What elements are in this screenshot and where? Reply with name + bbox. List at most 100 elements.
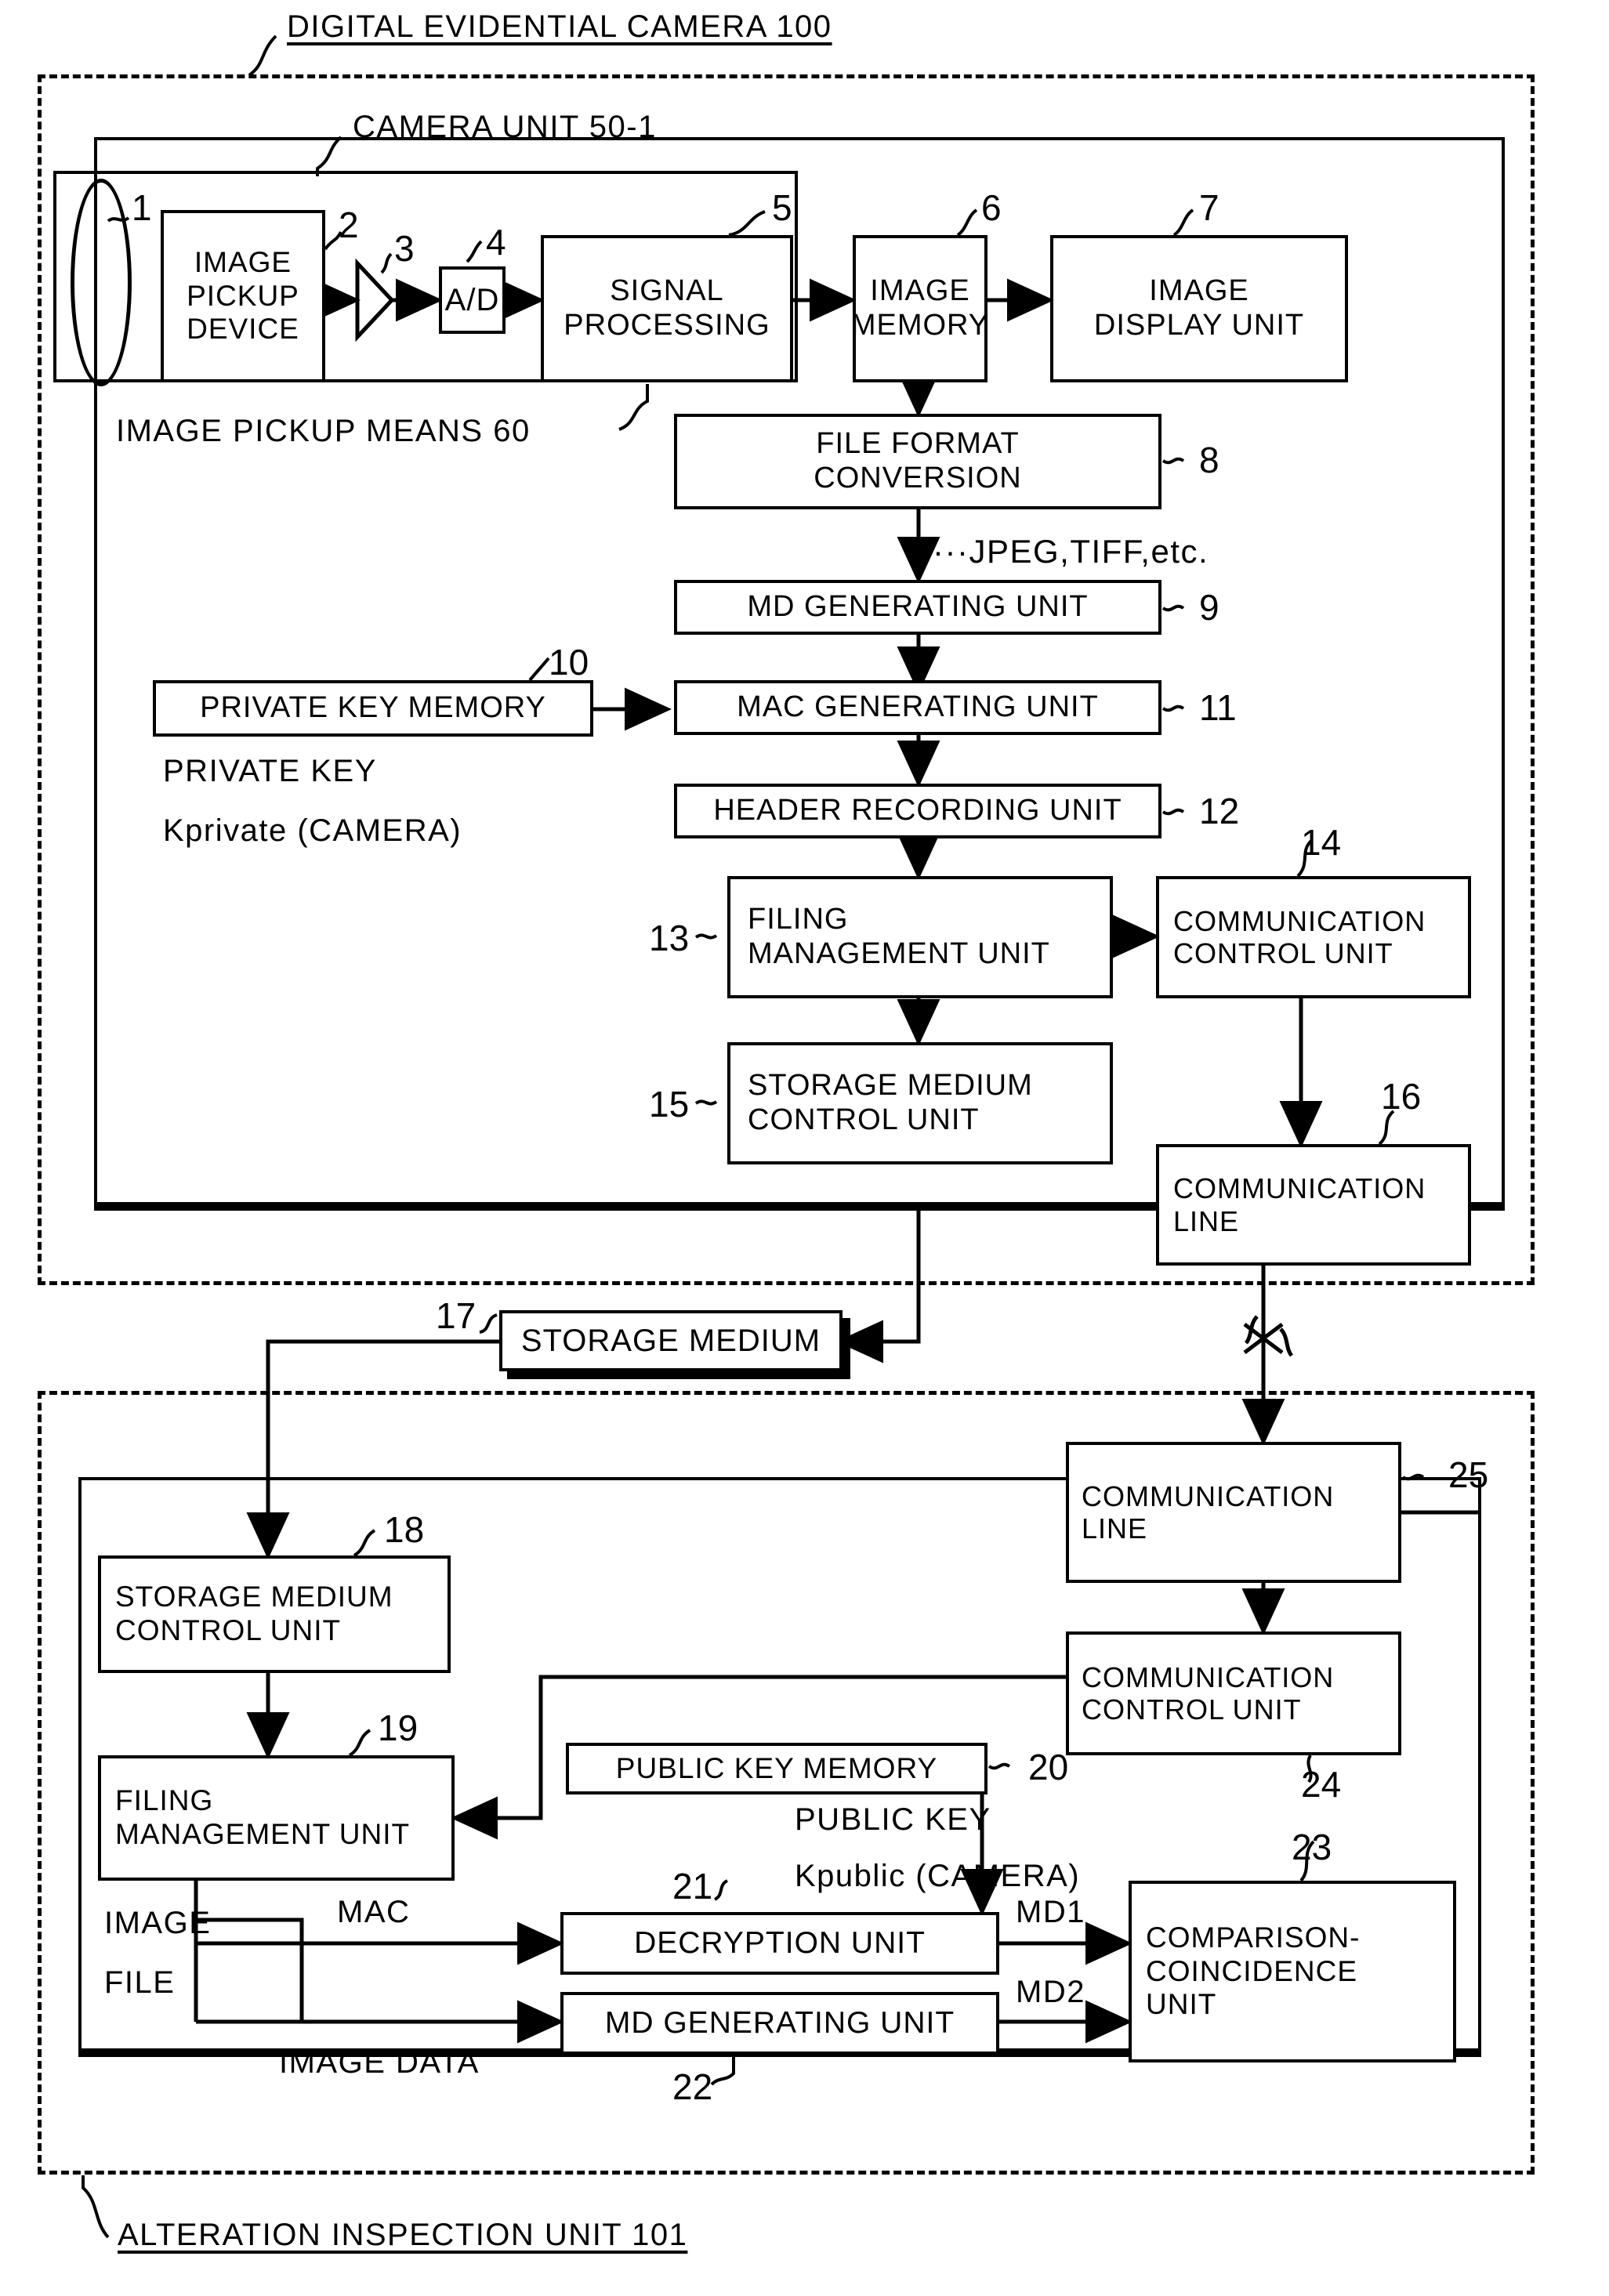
- image-display-unit-box[interactable]: IMAGE DISPLAY UNIT: [1050, 235, 1348, 382]
- md2-note: MD2: [1016, 1975, 1085, 2009]
- image-file-note-1: IMAGE: [104, 1906, 212, 1940]
- signal-processing-line1: SIGNAL: [610, 274, 724, 308]
- storage-medium-box[interactable]: STORAGE MEDIUM: [499, 1310, 843, 1371]
- md-generating-unit-box-inspection[interactable]: MD GENERATING UNIT: [560, 1992, 999, 2055]
- comparison-coincidence-unit-box[interactable]: COMPARISON- COINCIDENCE UNIT: [1129, 1881, 1456, 2062]
- image-pickup-device-line3: DEVICE: [187, 313, 299, 346]
- ref-number-19: 19: [378, 1708, 419, 1748]
- ref-number-9: 9: [1199, 587, 1219, 628]
- storage-medium-control-unit-box-camera[interactable]: STORAGE MEDIUM CONTROL UNIT: [727, 1042, 1113, 1164]
- lens-icon: [71, 179, 132, 386]
- communication-line-box-inspection[interactable]: COMMUNICATION LINE: [1066, 1442, 1401, 1583]
- comm-line-line1: COMMUNICATION: [1173, 1172, 1426, 1205]
- ref-number-23: 23: [1292, 1827, 1332, 1867]
- mac-generating-unit-box[interactable]: MAC GENERATING UNIT: [674, 680, 1161, 735]
- ad-converter-label: A/D: [444, 283, 500, 317]
- image-display-unit-line2: DISPLAY UNIT: [1093, 309, 1305, 342]
- ref-number-2: 2: [339, 205, 359, 245]
- image-memory-box[interactable]: IMAGE MEMORY: [850, 235, 990, 382]
- signal-processing-line2: PROCESSING: [564, 309, 770, 342]
- image-pickup-means-label: IMAGE PICKUP MEANS 60: [116, 414, 531, 448]
- public-key-note-2: Kpublic (CAMERA): [795, 1859, 1081, 1893]
- comparison-line1: COMPARISON-: [1146, 1921, 1361, 1954]
- ref-number-25: 25: [1448, 1454, 1489, 1495]
- ref-number-8: 8: [1199, 440, 1219, 480]
- public-key-note-1: PUBLIC KEY: [795, 1802, 991, 1837]
- filing-management-unit-box-camera[interactable]: FILING MANAGEMENT UNIT: [727, 876, 1113, 998]
- decryption-unit-label: DECRYPTION UNIT: [634, 1925, 926, 1960]
- camera-unit-label: CAMERA UNIT 50-1: [353, 110, 657, 144]
- image-pickup-device-line1: IMAGE: [194, 246, 292, 279]
- ad-converter-box[interactable]: A/D: [439, 266, 506, 334]
- md-generating-unit-label: MD GENERATING UNIT: [747, 590, 1089, 624]
- inspection-comm-control-line1: COMMUNICATION: [1082, 1660, 1335, 1693]
- ref-number-13: 13: [649, 918, 690, 958]
- image-file-note-2: FILE: [104, 1965, 176, 2000]
- file-format-conversion-box[interactable]: FILE FORMAT CONVERSION: [674, 414, 1161, 509]
- image-pickup-device-box[interactable]: IMAGE PICKUP DEVICE: [161, 210, 325, 382]
- ref-number-11: 11: [1199, 687, 1237, 728]
- inspection-comm-line-line2: LINE: [1082, 1512, 1148, 1545]
- storage-medium-label: STORAGE MEDIUM: [520, 1324, 821, 1358]
- decryption-unit-box[interactable]: DECRYPTION UNIT: [560, 1912, 999, 1975]
- public-key-memory-box[interactable]: PUBLIC KEY MEMORY: [566, 1743, 988, 1794]
- digital-evidential-camera-label: DIGITAL EVIDENTIAL CAMERA 100: [287, 9, 832, 44]
- mac-generating-unit-label: MAC GENERATING UNIT: [737, 690, 1099, 724]
- patent-figure: DIGITAL EVIDENTIAL CAMERA 100 CAMERA UNI…: [0, 0, 1609, 2296]
- inspection-smc-line2: CONTROL UNIT: [115, 1614, 342, 1646]
- communication-control-unit-box-camera[interactable]: COMMUNICATION CONTROL UNIT: [1156, 876, 1471, 998]
- private-key-note-1: PRIVATE KEY: [163, 754, 377, 788]
- alteration-inspection-unit-label: ALTERATION INSPECTION UNIT 101: [118, 2218, 688, 2252]
- public-key-memory-label: PUBLIC KEY MEMORY: [615, 1751, 938, 1784]
- comm-control-line1: COMMUNICATION: [1173, 904, 1426, 937]
- file-format-note: ···JPEG,TIFF,etc.: [933, 533, 1209, 570]
- private-key-memory-box[interactable]: PRIVATE KEY MEMORY: [153, 680, 593, 737]
- inspection-fm-line2: MANAGEMENT UNIT: [115, 1818, 411, 1850]
- md-generating-unit-box[interactable]: MD GENERATING UNIT: [674, 580, 1161, 635]
- ref-number-4: 4: [486, 222, 506, 263]
- ref-number-10: 10: [549, 642, 589, 683]
- inspection-comm-line-line1: COMMUNICATION: [1082, 1479, 1335, 1512]
- ref-number-20: 20: [1028, 1747, 1069, 1787]
- comm-line-line2: LINE: [1173, 1204, 1240, 1237]
- ref-number-21: 21: [672, 1866, 713, 1907]
- private-key-note-2: Kprivate (CAMERA): [163, 813, 462, 848]
- storage-medium-control-line2: CONTROL UNIT: [748, 1103, 980, 1136]
- ref-number-14: 14: [1301, 822, 1342, 863]
- storage-medium-control-line1: STORAGE MEDIUM: [748, 1069, 1033, 1103]
- comparison-line2: COINCIDENCE: [1146, 1954, 1358, 1987]
- comm-control-line2: CONTROL UNIT: [1173, 937, 1393, 969]
- ref-number-6: 6: [981, 187, 1002, 228]
- inspection-fm-line1: FILING: [115, 1784, 214, 1817]
- filing-management-line2: MANAGEMENT UNIT: [748, 937, 1050, 970]
- ref-number-22: 22: [672, 2066, 713, 2107]
- inspection-md-generating-label: MD GENERATING UNIT: [604, 2005, 955, 2040]
- header-recording-unit-box[interactable]: HEADER RECORDING UNIT: [674, 784, 1161, 838]
- header-recording-unit-label: HEADER RECORDING UNIT: [713, 794, 1122, 828]
- image-memory-line1: IMAGE: [870, 274, 970, 308]
- md1-note: MD1: [1016, 1895, 1085, 1929]
- filing-management-unit-box-inspection[interactable]: FILING MANAGEMENT UNIT: [98, 1755, 455, 1881]
- ref-number-1: 1: [132, 187, 152, 228]
- image-display-unit-line1: IMAGE: [1149, 274, 1249, 308]
- image-data-note: IMAGE DATA: [279, 2045, 480, 2080]
- ref-number-24: 24: [1301, 1764, 1342, 1805]
- communication-control-unit-box-inspection[interactable]: COMMUNICATION CONTROL UNIT: [1066, 1631, 1401, 1755]
- file-format-line1: FILE FORMAT: [816, 427, 1020, 461]
- filing-management-line1: FILING: [748, 903, 849, 936]
- image-pickup-device-line2: PICKUP: [187, 279, 299, 312]
- image-memory-line2: MEMORY: [850, 309, 990, 342]
- ref-number-5: 5: [772, 187, 792, 228]
- inspection-smc-line1: STORAGE MEDIUM: [115, 1581, 393, 1613]
- ref-number-16: 16: [1381, 1076, 1422, 1117]
- ref-number-12: 12: [1199, 791, 1240, 831]
- signal-processing-box[interactable]: SIGNAL PROCESSING: [541, 235, 793, 382]
- ref-number-15: 15: [649, 1084, 690, 1124]
- ref-number-17: 17: [436, 1295, 477, 1336]
- ref-number-7: 7: [1199, 187, 1219, 228]
- communication-line-box-camera[interactable]: COMMUNICATION LINE: [1156, 1144, 1471, 1266]
- private-key-memory-label: PRIVATE KEY MEMORY: [200, 691, 546, 725]
- comparison-line3: UNIT: [1146, 1988, 1217, 2021]
- ref-number-18: 18: [384, 1509, 425, 1550]
- storage-medium-control-unit-box-inspection[interactable]: STORAGE MEDIUM CONTROL UNIT: [98, 1555, 451, 1673]
